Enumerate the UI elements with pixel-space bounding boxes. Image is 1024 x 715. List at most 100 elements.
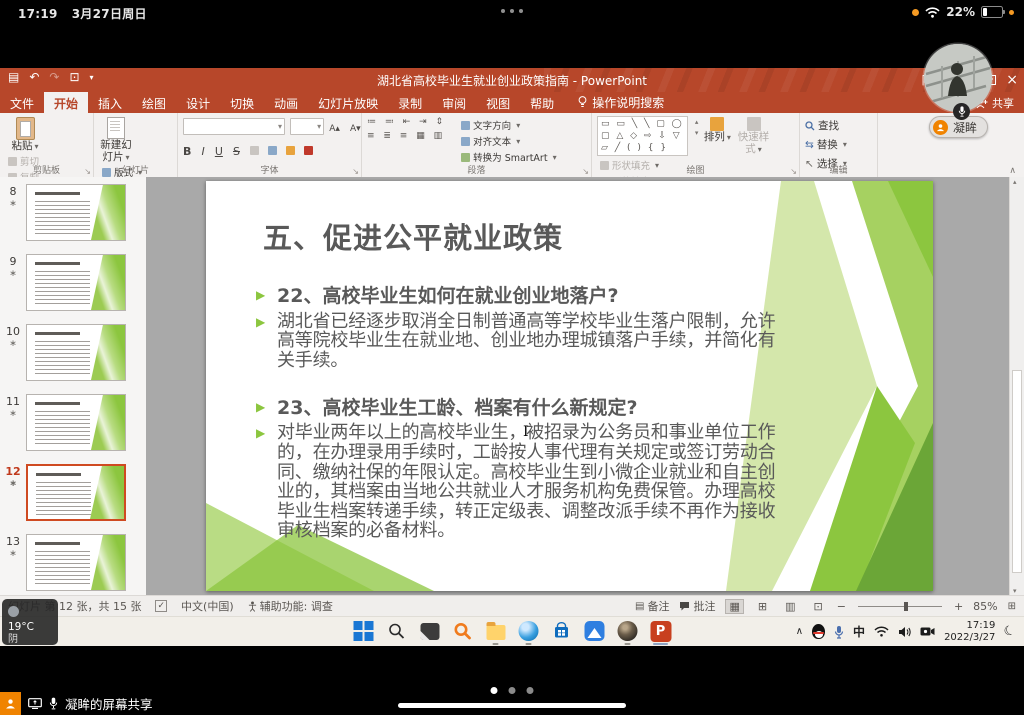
replace-button[interactable]: ⇆替换▾	[805, 137, 847, 152]
italic-button[interactable]: I	[201, 145, 204, 158]
close-window-icon[interactable]: ×	[1006, 73, 1018, 87]
tray-camera-icon[interactable]	[920, 626, 935, 637]
tab-insert[interactable]: 插入	[88, 92, 132, 113]
comments-toggle[interactable]: 批注	[679, 598, 715, 614]
slide-body-text[interactable]: ▶ 22、高校毕业生如何在就业创业地落户? ▶ 湖北省已经逐步取消全日制普通高等…	[256, 285, 786, 541]
collapse-ribbon-icon[interactable]: ∧	[1009, 166, 1016, 176]
taskbar-app-dark-sphere-icon[interactable]	[616, 619, 640, 643]
dialog-launcher-icon[interactable]: ↘	[84, 167, 91, 176]
character-spacing-button[interactable]	[268, 146, 277, 155]
thumbnail-slide-9[interactable]: 9∗	[0, 254, 146, 311]
dialog-launcher-icon[interactable]: ↘	[790, 167, 797, 176]
tab-home[interactable]: 开始	[44, 92, 88, 113]
webcam-mic-badge-icon[interactable]	[953, 103, 970, 120]
accessibility-status[interactable]: 辅助功能: 调查	[248, 598, 333, 614]
highlight-color-button[interactable]	[286, 146, 295, 155]
dialog-launcher-icon[interactable]: ↘	[582, 167, 589, 176]
zoom-out-button[interactable]: −	[837, 600, 846, 613]
grow-font-button[interactable]: A▴	[329, 124, 340, 134]
view-normal-button[interactable]: ▦	[725, 599, 743, 614]
text-direction-button[interactable]: 文字方向▾	[461, 118, 556, 132]
zoom-in-button[interactable]: +	[954, 600, 963, 613]
tab-view[interactable]: 视图	[476, 92, 520, 113]
tab-transitions[interactable]: 切换	[220, 92, 264, 113]
screen-share-bar: 凝眸的屏幕共享	[0, 692, 153, 715]
microsoft-store-button[interactable]	[550, 619, 574, 643]
spell-check-icon[interactable]: ✓	[155, 600, 167, 612]
text-shadow-button[interactable]	[250, 146, 259, 155]
strikethrough-button[interactable]: S	[233, 145, 240, 158]
fit-to-window-icon[interactable]: ⊞	[1008, 601, 1016, 612]
thumbnail-slide-10[interactable]: 10∗	[0, 324, 146, 381]
night-light-moon-icon[interactable]: ☾	[1002, 622, 1018, 640]
find-button[interactable]: 查找	[805, 118, 847, 133]
convert-smartart-button[interactable]: 转换为 SmartArt▾	[461, 150, 556, 164]
replace-icon: ⇆	[805, 139, 814, 151]
arrange-button[interactable]: 排列▾	[703, 116, 731, 143]
mic-on-icon	[49, 697, 58, 710]
tab-review[interactable]: 审阅	[432, 92, 476, 113]
weather-widget[interactable]: 19°C 阴	[2, 599, 58, 645]
quick-styles-button[interactable]: 快速样式▾	[737, 116, 771, 155]
qq-tray-icon[interactable]	[812, 624, 825, 639]
language-status[interactable]: 中文(中国)	[181, 598, 234, 614]
home-indicator[interactable]	[398, 703, 626, 708]
taskbar-browser-globe-icon[interactable]	[517, 619, 541, 643]
notes-toggle[interactable]: ▤备注	[635, 598, 669, 614]
alignment-buttons[interactable]: ≡ ≣ ≡ ▦ ▥	[367, 130, 446, 144]
shapes-gallery[interactable]: ▭ ▭ ╲ ╲ ▢ ◯ ▢ △ ◇ ⇨ ⇩ ▽ ▱ ╱ ( ) { }	[597, 116, 688, 156]
new-slide-button[interactable]: 新建幻灯片▾	[99, 116, 133, 163]
thumbnail-slide-8[interactable]: 8∗	[0, 184, 146, 241]
taskbar-app-dark-window-icon[interactable]	[418, 619, 442, 643]
list-indent-spacing-buttons[interactable]: ≔ ≕ ⇤ ⇥ ⇕	[367, 116, 446, 130]
tab-record[interactable]: 录制	[388, 92, 432, 113]
bold-button[interactable]: B	[183, 145, 191, 158]
dialog-launcher-icon[interactable]: ↘	[352, 167, 359, 176]
tab-draw[interactable]: 绘图	[132, 92, 176, 113]
zoom-level[interactable]: 85%	[973, 600, 997, 613]
powerpoint-taskbar-button[interactable]: P	[649, 619, 673, 643]
group-label-clipboard: 剪贴板	[0, 163, 93, 176]
tab-design[interactable]: 设计	[176, 92, 220, 113]
microphone-tray-icon[interactable]	[834, 625, 844, 639]
view-slideshow-button[interactable]: ⊡	[810, 599, 827, 614]
share-user-button[interactable]	[0, 692, 21, 715]
tray-volume-icon[interactable]	[898, 626, 911, 638]
status-date: 3月27日周日	[72, 7, 147, 21]
start-button[interactable]	[352, 619, 376, 643]
tab-slideshow[interactable]: 幻灯片放映	[308, 92, 388, 113]
tab-help[interactable]: 帮助	[520, 92, 564, 113]
font-size-select[interactable]: ▾	[290, 118, 324, 135]
shapes-gallery-scroll[interactable]: ▴▾	[695, 116, 699, 137]
thumbnail-slide-11[interactable]: 11∗	[0, 394, 146, 451]
tray-overflow-chevron-icon[interactable]: ∧	[796, 626, 803, 637]
taskbar-app-blue-mountain-icon[interactable]	[583, 619, 607, 643]
taskbar-app-orange-search-icon[interactable]	[451, 619, 475, 643]
tell-me-search[interactable]: 操作说明搜索	[578, 92, 664, 113]
file-explorer-button[interactable]	[484, 619, 508, 643]
tab-file[interactable]: 文件	[0, 92, 44, 113]
taskbar-search-button[interactable]	[385, 619, 409, 643]
view-slide-sorter-button[interactable]: ⊞	[754, 599, 771, 614]
slide-canvas[interactable]: 五、促进公平就业政策 ▶ 22、高校毕业生如何在就业创业地落户? ▶ 湖北省已经…	[206, 181, 933, 591]
taskbar-clock[interactable]: 17:19 2022/3/27	[944, 620, 995, 644]
thumbnail-slide-12-selected[interactable]: 12∗	[0, 464, 146, 521]
underline-button[interactable]: U	[215, 145, 223, 158]
animation-star-icon: ∗	[0, 409, 26, 421]
shrink-font-button[interactable]: A▾	[350, 124, 361, 134]
align-text-button[interactable]: 对齐文本▾	[461, 134, 556, 148]
multitask-dots-icon[interactable]	[501, 9, 523, 13]
thumbnail-slide-13[interactable]: 13∗	[0, 534, 146, 591]
view-reading-button[interactable]: ▥	[781, 599, 799, 614]
slide-thumbnail-panel: 8∗ 9∗ 10∗ 11∗ 12∗ 13∗	[0, 177, 146, 596]
paste-button[interactable]: 粘贴▾	[5, 116, 45, 152]
zoom-slider[interactable]	[858, 606, 942, 607]
font-name-select[interactable]: ▾	[183, 118, 285, 135]
font-color-button[interactable]	[304, 146, 313, 155]
zoom-slider-thumb[interactable]	[904, 602, 908, 611]
tab-animations[interactable]: 动画	[264, 92, 308, 113]
webcam-video-thumbnail[interactable]	[924, 44, 992, 112]
ime-indicator[interactable]: 中	[853, 623, 865, 640]
tray-wifi-icon[interactable]	[874, 626, 889, 637]
slide-title[interactable]: 五、促进公平就业政策	[263, 215, 563, 257]
